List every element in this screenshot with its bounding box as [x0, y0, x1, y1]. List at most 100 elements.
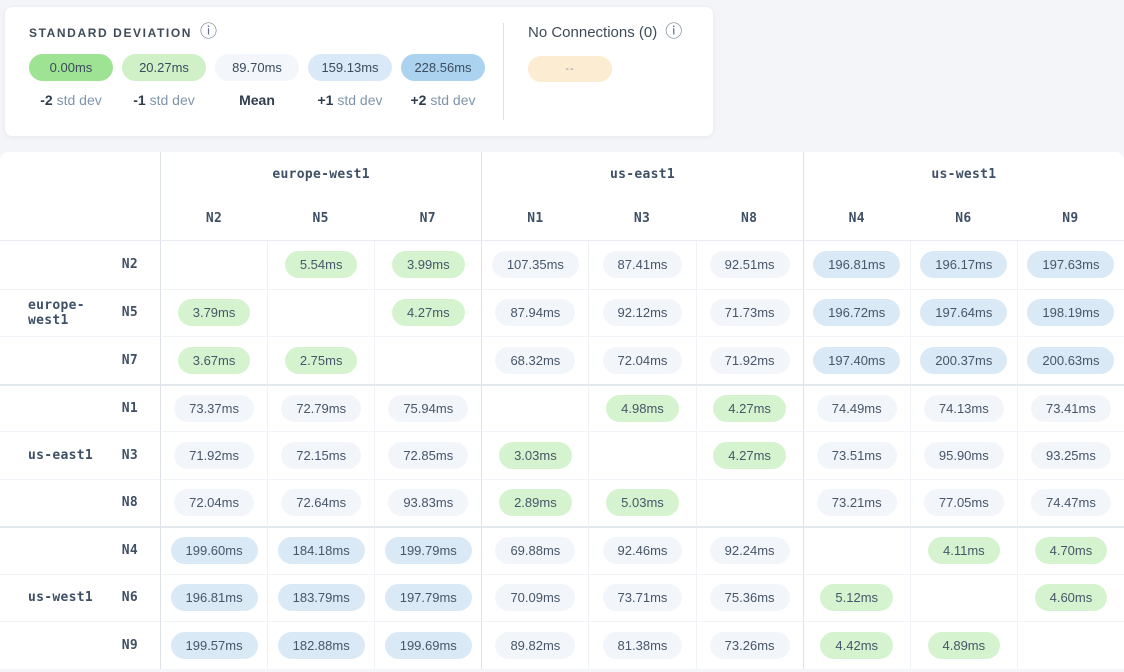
column-node-header: N3 — [588, 196, 695, 240]
latency-pill[interactable]: 4.89ms — [928, 632, 1001, 659]
latency-pill[interactable]: 74.13ms — [924, 395, 1004, 422]
matrix-cell: 92.51ms — [696, 241, 803, 289]
latency-pill[interactable]: 107.35ms — [492, 251, 579, 278]
latency-pill[interactable]: 69.88ms — [495, 537, 575, 564]
latency-pill[interactable]: 74.47ms — [1031, 489, 1111, 516]
latency-pill[interactable]: 87.41ms — [603, 251, 683, 278]
latency-pill[interactable]: 75.36ms — [710, 584, 790, 611]
latency-pill[interactable]: 183.79ms — [278, 584, 365, 611]
legend-stop: 228.56ms +2 std dev — [401, 54, 485, 108]
latency-pill[interactable]: 198.19ms — [1027, 299, 1114, 326]
latency-pill[interactable]: 4.11ms — [928, 537, 1000, 564]
latency-pill[interactable]: 4.27ms — [713, 442, 786, 469]
latency-pill[interactable]: 182.88ms — [278, 632, 365, 659]
latency-pill[interactable]: 196.81ms — [171, 584, 258, 611]
latency-pill[interactable]: 92.12ms — [603, 299, 683, 326]
latency-pill[interactable]: 74.49ms — [817, 395, 897, 422]
latency-pill[interactable]: 73.51ms — [817, 442, 897, 469]
matrix-cell: 73.51ms — [803, 431, 910, 479]
latency-pill[interactable]: 89.82ms — [495, 632, 575, 659]
latency-pill[interactable]: 196.17ms — [920, 251, 1007, 278]
latency-pill[interactable]: 92.51ms — [710, 251, 790, 278]
column-node-header: N9 — [1017, 196, 1124, 240]
latency-pill[interactable]: 199.57ms — [171, 632, 258, 659]
latency-pill[interactable]: 3.03ms — [499, 442, 572, 469]
row-header: N7 — [0, 336, 160, 384]
latency-pill[interactable]: 200.37ms — [920, 347, 1007, 374]
matrix-cell — [267, 289, 374, 337]
latency-pill[interactable]: 4.98ms — [606, 395, 679, 422]
latency-pill[interactable]: 71.92ms — [710, 347, 790, 374]
legend-stop: 0.00ms -2 std dev — [29, 54, 113, 108]
latency-pill[interactable]: 93.25ms — [1031, 442, 1111, 469]
info-icon[interactable]: ⓘ — [665, 24, 682, 41]
latency-pill[interactable]: 81.38ms — [603, 632, 683, 659]
latency-pill[interactable]: 5.54ms — [285, 251, 358, 278]
matrix-cell: 70.09ms — [481, 574, 588, 622]
matrix-cell: 196.17ms — [910, 241, 1017, 289]
latency-pill[interactable]: 68.32ms — [495, 347, 575, 374]
latency-pill[interactable]: 73.21ms — [817, 489, 897, 516]
latency-pill[interactable]: 70.09ms — [495, 584, 575, 611]
matrix-cell: 72.85ms — [374, 431, 481, 479]
latency-pill[interactable]: 73.71ms — [603, 584, 683, 611]
matrix-cell: 200.63ms — [1017, 336, 1124, 384]
matrix-cell — [696, 479, 803, 527]
latency-pill[interactable]: 199.79ms — [385, 537, 472, 564]
latency-pill[interactable]: 71.73ms — [710, 299, 790, 326]
matrix-cell: 3.99ms — [374, 241, 481, 289]
row-header: N2 — [0, 241, 160, 289]
latency-pill[interactable]: 5.12ms — [820, 584, 893, 611]
latency-pill[interactable]: 200.63ms — [1027, 347, 1114, 374]
row-node-label: N5 — [122, 305, 138, 320]
matrix-cell: 5.03ms — [588, 479, 695, 527]
latency-pill[interactable]: 184.18ms — [278, 537, 365, 564]
latency-pill[interactable]: 196.72ms — [813, 299, 900, 326]
matrix-cell: 196.81ms — [160, 574, 267, 622]
legend-stop: 20.27ms -1 std dev — [122, 54, 206, 108]
matrix-cell: 3.79ms — [160, 289, 267, 337]
latency-pill[interactable]: 72.15ms — [281, 442, 361, 469]
latency-pill[interactable]: 75.94ms — [388, 395, 468, 422]
latency-pill[interactable]: 197.64ms — [920, 299, 1007, 326]
latency-pill[interactable]: 197.63ms — [1027, 251, 1114, 278]
latency-pill[interactable]: 199.60ms — [171, 537, 258, 564]
latency-pill[interactable]: 92.24ms — [710, 537, 790, 564]
latency-pill[interactable]: 95.90ms — [924, 442, 1004, 469]
latency-pill[interactable]: 72.79ms — [281, 395, 361, 422]
latency-pill[interactable]: 72.85ms — [388, 442, 468, 469]
info-icon[interactable]: ⓘ — [200, 24, 217, 41]
latency-pill[interactable]: 72.04ms — [174, 489, 254, 516]
latency-pill[interactable]: 197.79ms — [385, 584, 472, 611]
latency-pill[interactable]: 71.92ms — [174, 442, 254, 469]
matrix-cell: 73.71ms — [588, 574, 695, 622]
latency-pill[interactable]: 3.67ms — [178, 347, 251, 374]
latency-pill[interactable]: 3.79ms — [178, 299, 251, 326]
latency-pill[interactable]: 4.42ms — [820, 632, 893, 659]
latency-pill[interactable]: 87.94ms — [495, 299, 575, 326]
matrix-cell: 4.98ms — [588, 384, 695, 432]
latency-pill[interactable]: 5.03ms — [606, 489, 679, 516]
latency-pill[interactable]: 3.99ms — [392, 251, 465, 278]
latency-pill[interactable]: 4.60ms — [1035, 584, 1108, 611]
latency-pill[interactable]: 4.27ms — [713, 395, 786, 422]
latency-pill[interactable]: 92.46ms — [603, 537, 683, 564]
latency-pill[interactable]: 73.41ms — [1031, 395, 1111, 422]
latency-pill[interactable]: 4.27ms — [392, 299, 465, 326]
latency-pill[interactable]: 199.69ms — [385, 632, 472, 659]
latency-pill[interactable]: 196.81ms — [813, 251, 900, 278]
matrix-header: europe-west1us-east1us-west1N2N5N7N1N3N8… — [0, 152, 1124, 241]
latency-pill[interactable]: 73.37ms — [174, 395, 254, 422]
latency-pill[interactable]: 2.89ms — [499, 489, 572, 516]
latency-pill[interactable]: 93.83ms — [388, 489, 468, 516]
latency-pill[interactable]: 73.26ms — [710, 632, 790, 659]
row-node-label: N4 — [122, 543, 138, 558]
matrix-cell: 199.69ms — [374, 621, 481, 669]
latency-pill[interactable]: 4.70ms — [1035, 537, 1108, 564]
latency-pill[interactable]: 72.04ms — [603, 347, 683, 374]
matrix-cell: 71.73ms — [696, 289, 803, 337]
latency-pill[interactable]: 72.64ms — [281, 489, 361, 516]
latency-pill[interactable]: 197.40ms — [813, 347, 900, 374]
latency-pill[interactable]: 77.05ms — [924, 489, 1004, 516]
latency-pill[interactable]: 2.75ms — [285, 347, 358, 374]
